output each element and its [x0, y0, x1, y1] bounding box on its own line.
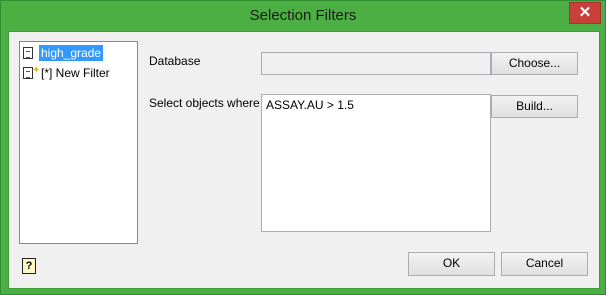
- new-document-icon: ✦: [23, 65, 40, 79]
- document-icon: [23, 46, 33, 59]
- title-bar[interactable]: Selection Filters ✕: [1, 1, 605, 31]
- ok-button[interactable]: OK: [408, 252, 495, 276]
- window-title: Selection Filters: [249, 7, 357, 24]
- close-icon: ✕: [578, 4, 592, 21]
- selection-filters-dialog: Selection Filters ✕ high_grade ✦ [*] New…: [0, 0, 606, 295]
- expression-textarea[interactable]: ASSAY.AU > 1.5: [261, 94, 491, 232]
- database-label: Database: [149, 54, 201, 68]
- close-button[interactable]: ✕: [569, 2, 601, 24]
- cancel-button[interactable]: Cancel: [501, 252, 588, 276]
- database-field[interactable]: [261, 52, 491, 75]
- build-button[interactable]: Build...: [491, 95, 578, 118]
- help-icon[interactable]: ?: [22, 258, 36, 274]
- filter-item-label: [*] New Filter: [41, 65, 110, 80]
- filter-item-label: high_grade: [39, 44, 104, 61]
- dialog-body: high_grade ✦ [*] New Filter Database Cho…: [8, 31, 600, 289]
- choose-button[interactable]: Choose...: [491, 52, 578, 75]
- filter-list[interactable]: high_grade ✦ [*] New Filter: [19, 41, 138, 244]
- select-objects-label: Select objects where: [149, 96, 260, 110]
- filter-item-new-filter[interactable]: ✦ [*] New Filter: [23, 64, 112, 81]
- filter-item-high-grade[interactable]: high_grade: [23, 44, 104, 61]
